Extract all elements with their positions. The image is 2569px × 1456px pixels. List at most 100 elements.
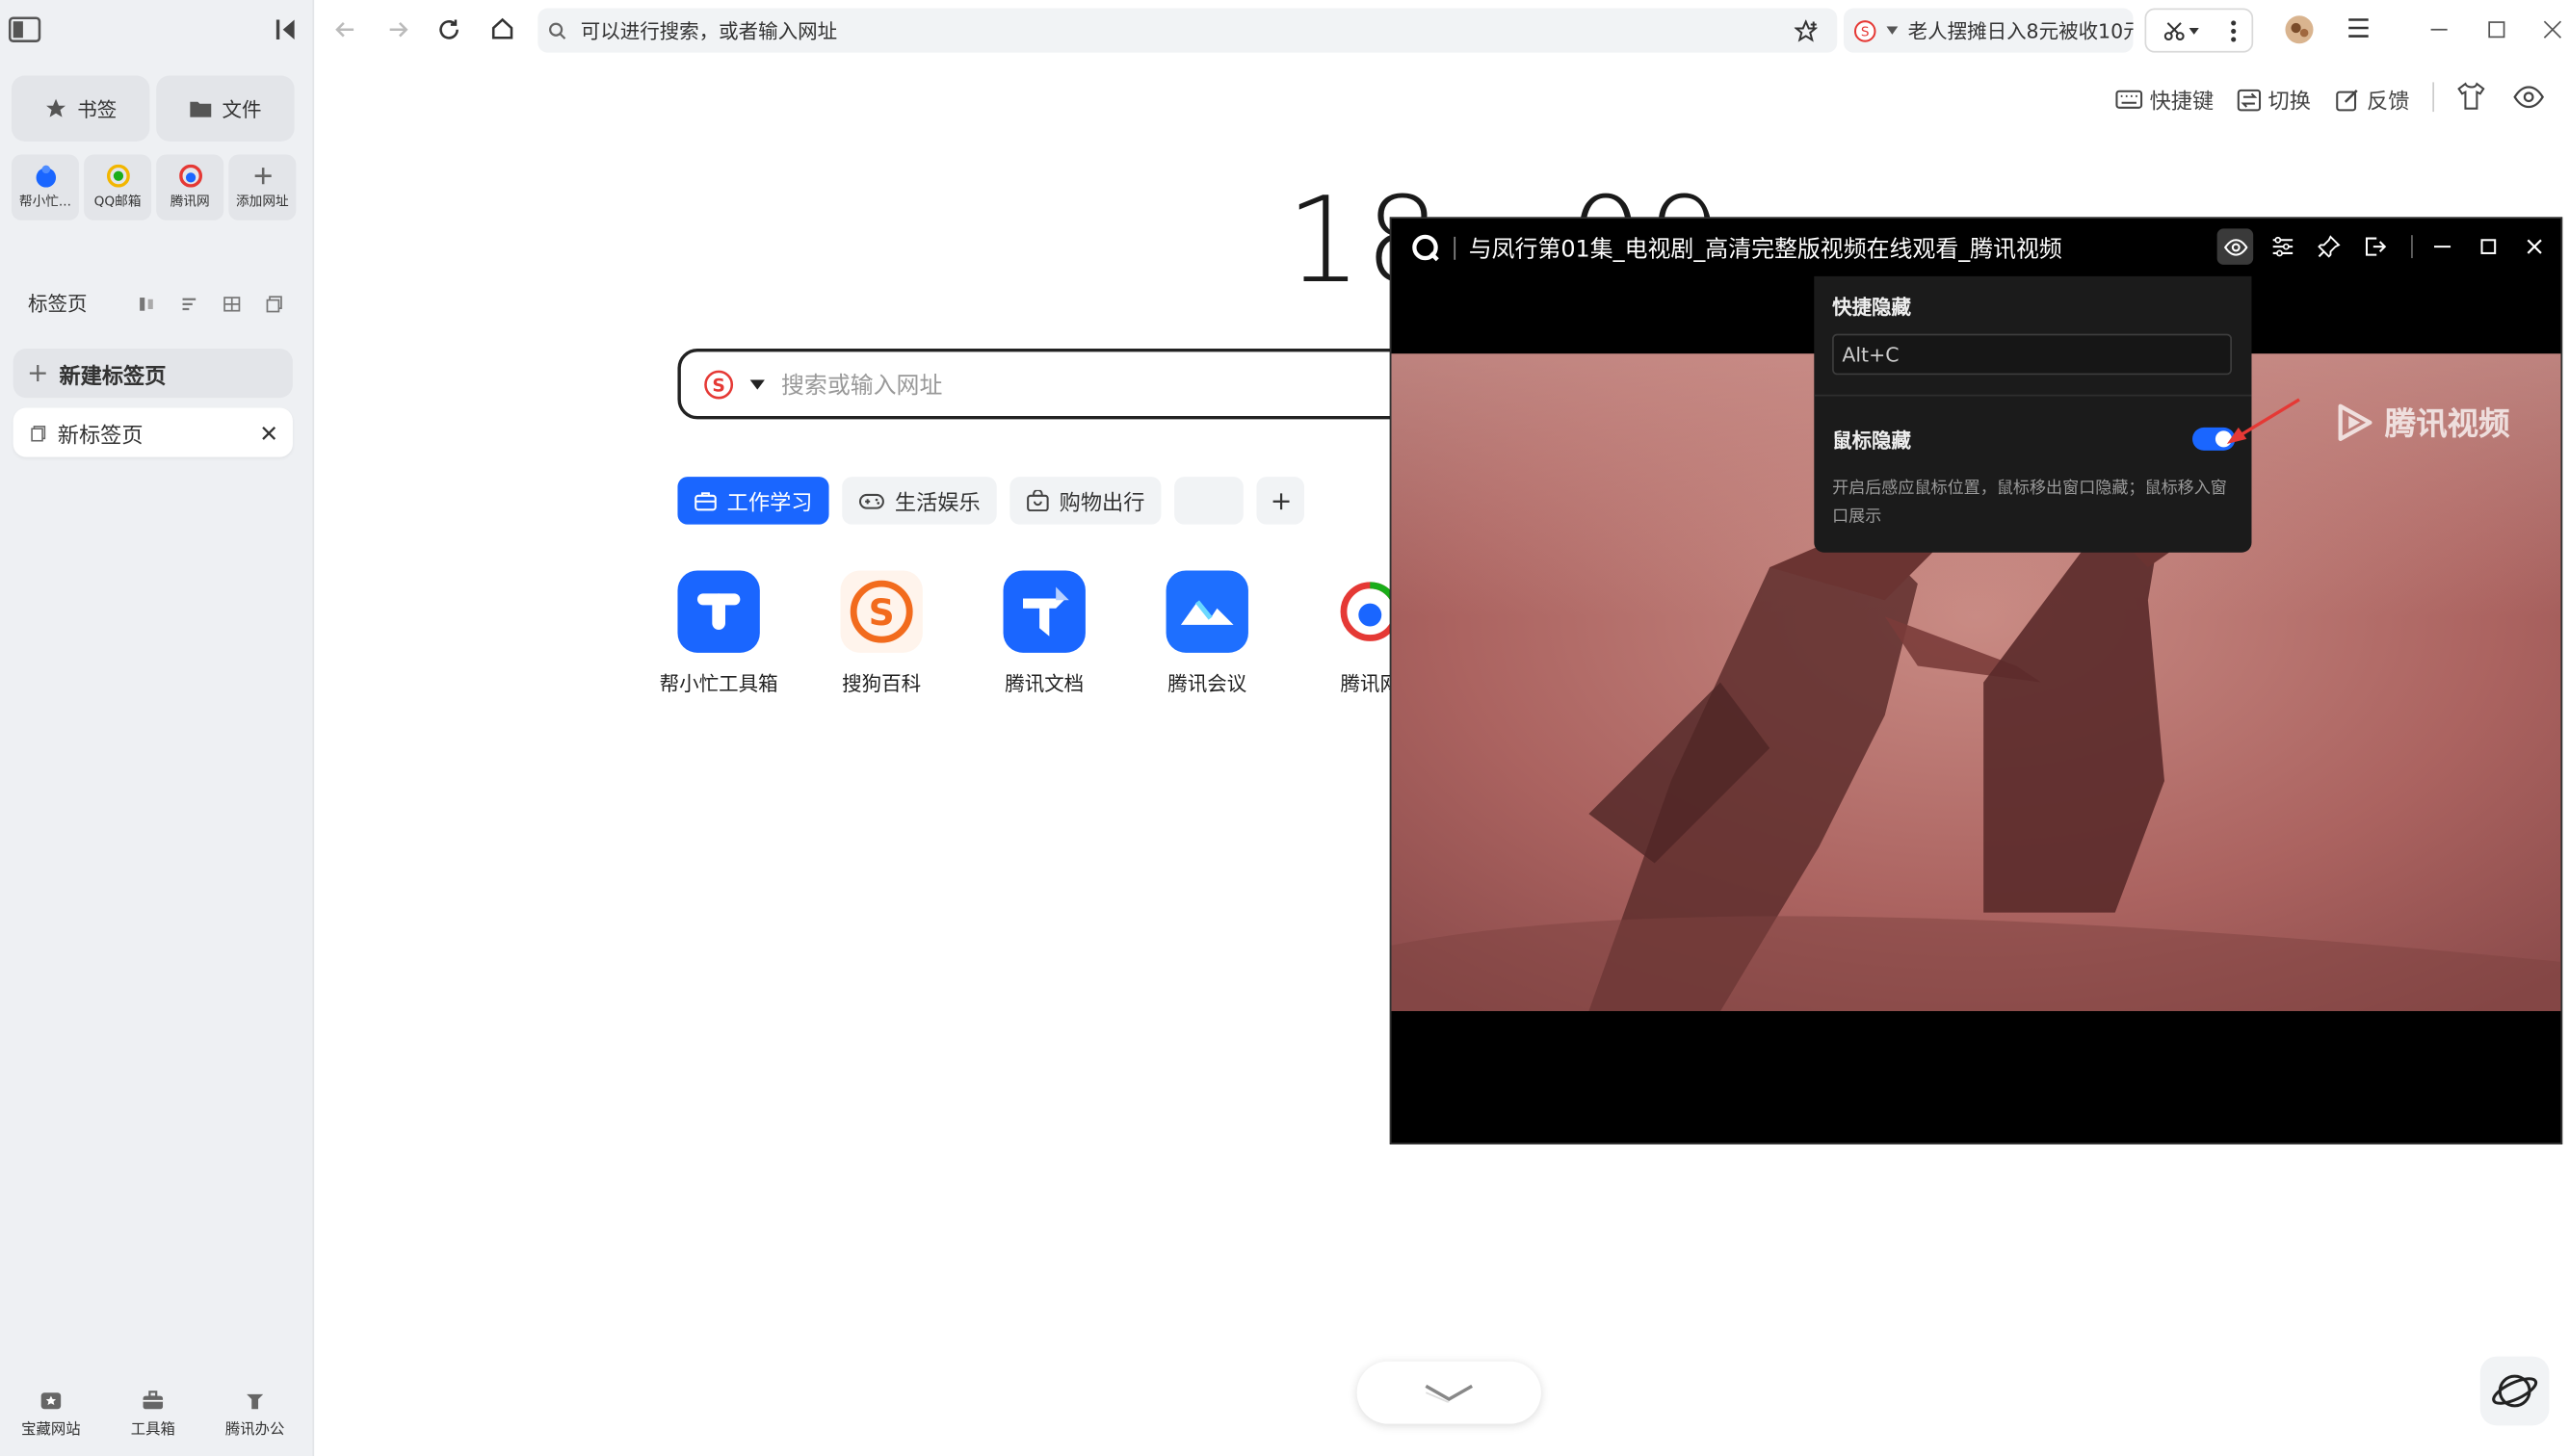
quick-access-add-site[interactable]: 添加网址 bbox=[228, 154, 297, 221]
tencent-news-icon bbox=[178, 164, 202, 188]
search-icon bbox=[548, 20, 567, 39]
menu-icon[interactable] bbox=[2347, 18, 2371, 38]
popover-divider bbox=[1814, 394, 2252, 397]
page-icon bbox=[30, 424, 48, 442]
svg-text:S: S bbox=[1861, 24, 1870, 39]
tab-vertical-icon[interactable] bbox=[137, 294, 156, 313]
tab-grid-icon[interactable] bbox=[223, 294, 242, 313]
feedback-button[interactable]: 反馈 bbox=[2336, 84, 2410, 116]
annotation-arrow bbox=[2223, 395, 2305, 448]
video-watermark: 腾讯视频 bbox=[2332, 400, 2510, 444]
switch-icon bbox=[2237, 88, 2262, 111]
video-minimize-icon[interactable] bbox=[2432, 237, 2451, 256]
planet-icon[interactable] bbox=[2479, 1356, 2550, 1426]
briefcase-icon bbox=[695, 490, 718, 511]
svg-text:S: S bbox=[869, 591, 895, 634]
toolbar-divider bbox=[2432, 82, 2434, 113]
hotkey-input[interactable]: Alt+C bbox=[1832, 333, 2232, 376]
app-bangxiaomang-toolbox[interactable]: 帮小忙工具箱 bbox=[653, 570, 785, 696]
category-life-entertainment[interactable]: 生活娱乐 bbox=[842, 477, 997, 525]
category-label: 生活娱乐 bbox=[894, 491, 981, 517]
hotkey-value: Alt+C bbox=[1842, 342, 1900, 366]
files-label: 文件 bbox=[222, 97, 262, 121]
new-tab-button[interactable]: 新建标签页 bbox=[13, 348, 293, 399]
qq-browser-logo-icon bbox=[1411, 233, 1441, 263]
feedback-label: 反馈 bbox=[2366, 90, 2410, 116]
bottom-item-label: 腾讯办公 bbox=[224, 1421, 285, 1440]
scissors-screenshot-icon[interactable] bbox=[2162, 19, 2198, 42]
mouse-hide-description: 开启后感应鼠标位置，鼠标移出窗口隐藏；鼠标移入窗口展示 bbox=[1832, 480, 2227, 527]
svg-text:S: S bbox=[712, 376, 725, 396]
quick-access-qqmail[interactable]: QQ邮箱 bbox=[84, 154, 152, 221]
add-category-button[interactable] bbox=[1256, 477, 1305, 525]
quick-access-label: 添加网址 bbox=[236, 194, 289, 209]
folder-icon bbox=[189, 98, 212, 117]
address-bar[interactable]: 可以进行搜索，或者输入网址 bbox=[537, 8, 1838, 53]
expand-down-button[interactable] bbox=[1356, 1361, 1541, 1424]
engine-chevron-down-icon[interactable] bbox=[749, 378, 765, 389]
video-settings-sliders-icon[interactable] bbox=[2271, 235, 2294, 258]
eye-icon[interactable] bbox=[2513, 86, 2544, 109]
tencent-video-logo-icon bbox=[2332, 401, 2374, 443]
tab-label: 新标签页 bbox=[57, 423, 144, 449]
tencent-docs-icon bbox=[1003, 570, 1086, 653]
minimize-icon[interactable] bbox=[2429, 19, 2449, 39]
bookmarks-label: 书签 bbox=[77, 97, 118, 121]
bookmark-star-icon[interactable] bbox=[1794, 18, 1818, 42]
collapse-sidebar-icon[interactable] bbox=[275, 18, 298, 41]
app-tencent-meeting[interactable]: 腾讯会议 bbox=[1141, 570, 1273, 696]
exit-window-icon[interactable] bbox=[2364, 235, 2387, 258]
video-maximize-icon[interactable] bbox=[2478, 237, 2498, 256]
bookmarks-button[interactable]: 书签 bbox=[11, 75, 150, 142]
star-folder-icon bbox=[39, 1390, 63, 1411]
toolbox-icon bbox=[142, 1390, 165, 1411]
switch-button[interactable]: 切换 bbox=[2237, 84, 2311, 116]
forward-icon[interactable] bbox=[386, 18, 409, 41]
avatar[interactable] bbox=[2285, 14, 2315, 44]
plus-icon bbox=[250, 165, 274, 188]
video-close-icon[interactable] bbox=[2525, 237, 2544, 256]
treasure-sites-button[interactable]: 宝藏网站 bbox=[10, 1390, 92, 1439]
category-shopping-travel[interactable]: 购物出行 bbox=[1009, 477, 1162, 525]
reload-icon[interactable] bbox=[437, 18, 460, 41]
quick-access-tencent-news[interactable]: 腾讯网 bbox=[156, 154, 224, 221]
plus-icon bbox=[1271, 492, 1289, 509]
app-tencent-docs[interactable]: 腾讯文档 bbox=[979, 570, 1111, 696]
tencent-office-button[interactable]: 腾讯办公 bbox=[214, 1390, 296, 1439]
close-window-icon[interactable] bbox=[2543, 19, 2562, 39]
category-label: 工作学习 bbox=[726, 491, 813, 517]
tab-copy-icon[interactable] bbox=[265, 294, 284, 313]
category-work-study[interactable]: 工作学习 bbox=[677, 477, 829, 525]
tab-sort-icon[interactable] bbox=[179, 294, 198, 313]
main-search-box[interactable]: S 搜索或输入网址 bbox=[677, 348, 1501, 420]
mouse-hide-title: 鼠标隐藏 bbox=[1832, 429, 1912, 453]
close-tab-icon[interactable] bbox=[261, 425, 276, 440]
app-label: 帮小忙工具箱 bbox=[659, 672, 778, 696]
video-hide-eye-icon[interactable] bbox=[2216, 228, 2254, 265]
tabs-header: 标签页 bbox=[28, 292, 88, 316]
app-label: 腾讯文档 bbox=[1005, 672, 1085, 696]
feedback-edit-icon bbox=[2336, 88, 2361, 111]
back-icon[interactable] bbox=[334, 18, 357, 41]
hide-settings-popover: 快捷隐藏 Alt+C 鼠标隐藏 开启后感应鼠标位置，鼠标移出窗口隐藏；鼠标移入窗… bbox=[1814, 275, 2252, 553]
qqmail-icon bbox=[106, 164, 130, 188]
maximize-icon[interactable] bbox=[2487, 19, 2506, 39]
home-icon[interactable] bbox=[490, 16, 515, 41]
quick-access-label: 帮小忙... bbox=[18, 194, 71, 209]
more-vertical-icon[interactable] bbox=[2229, 19, 2236, 42]
quick-access-bangxiaomang[interactable]: 帮小忙... bbox=[11, 154, 79, 221]
sidebar-tab-item[interactable]: 新标签页 bbox=[13, 407, 293, 457]
category-blank[interactable] bbox=[1174, 477, 1244, 525]
files-button[interactable]: 文件 bbox=[156, 75, 295, 142]
pin-icon[interactable] bbox=[2318, 235, 2341, 258]
star-icon bbox=[44, 97, 67, 120]
watermark-text: 腾讯视频 bbox=[2384, 405, 2510, 443]
app-sogou-baike[interactable]: S 搜狗百科 bbox=[816, 570, 948, 696]
shortcut-keys-label: 快捷键 bbox=[2149, 90, 2215, 116]
toolbox-button[interactable]: 工具箱 bbox=[112, 1390, 194, 1439]
shirt-skin-icon[interactable] bbox=[2457, 82, 2485, 110]
sidebar-toggle-icon[interactable] bbox=[8, 16, 41, 42]
keyboard-icon bbox=[2115, 89, 2143, 110]
news-ticker[interactable]: S 老人摆摊日入8元被收10元 bbox=[1844, 8, 2134, 53]
shortcut-keys-button[interactable]: 快捷键 bbox=[2115, 84, 2215, 116]
